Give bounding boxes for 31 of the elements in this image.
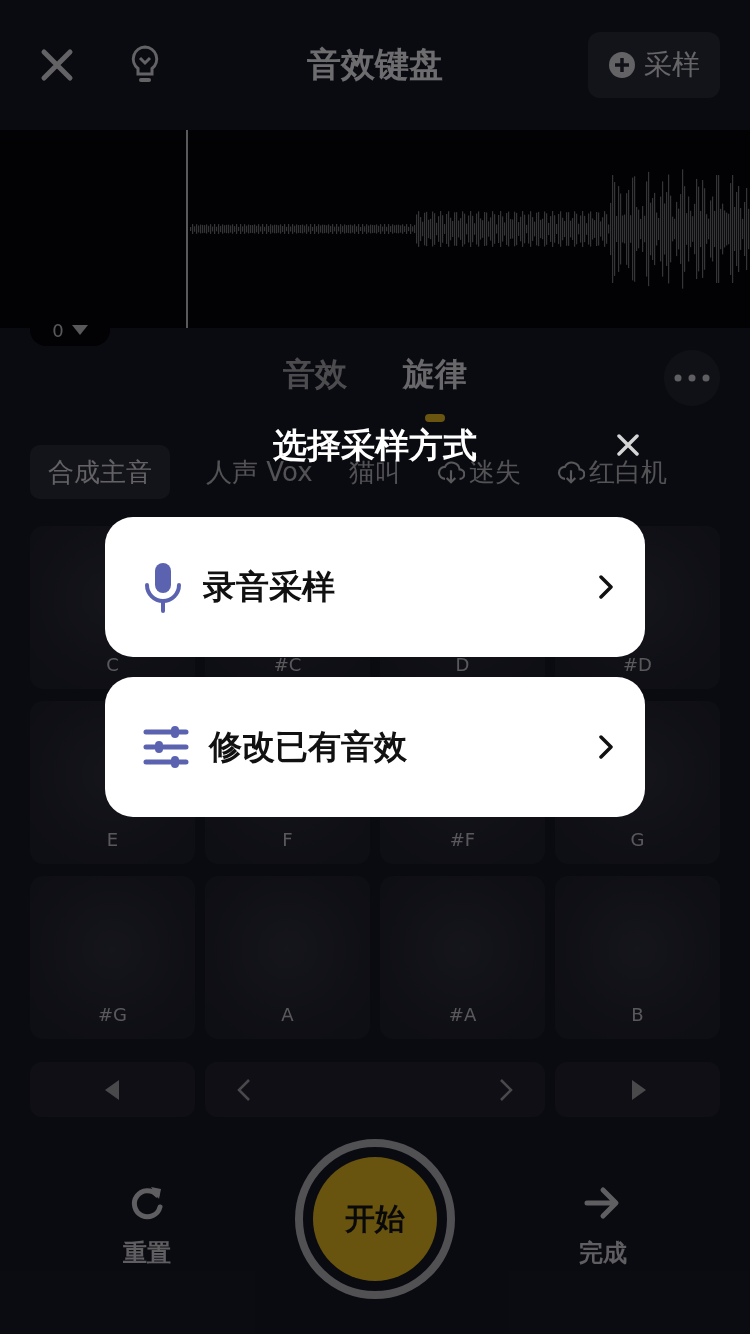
sliders-icon bbox=[143, 724, 189, 770]
option-card[interactable]: 修改已有音效 bbox=[105, 677, 645, 817]
tab[interactable]: 音效 bbox=[283, 352, 347, 422]
done-button[interactable]: 完成 bbox=[556, 1183, 650, 1269]
sample-button[interactable]: 采样 bbox=[588, 32, 720, 98]
plus-icon bbox=[608, 51, 636, 79]
start-button[interactable]: 开始 bbox=[313, 1157, 437, 1281]
note-pad[interactable]: #G bbox=[30, 876, 195, 1039]
chevron-right-icon bbox=[599, 735, 613, 759]
note-pad[interactable]: A bbox=[205, 876, 370, 1039]
scroll-bar[interactable] bbox=[205, 1062, 545, 1117]
microphone-icon bbox=[143, 561, 183, 613]
cloud-download-icon bbox=[556, 460, 585, 484]
category-chip[interactable]: 红白机 bbox=[556, 460, 667, 484]
chevron-left-icon[interactable] bbox=[237, 1077, 251, 1102]
note-pad[interactable]: #A bbox=[380, 876, 545, 1039]
cloud-download-icon bbox=[436, 460, 465, 484]
triangle-right-icon bbox=[629, 1079, 646, 1100]
triangle-left-icon bbox=[104, 1079, 121, 1100]
reset-button[interactable]: 重置 bbox=[100, 1183, 194, 1269]
caret-icon bbox=[71, 325, 88, 335]
option-card[interactable]: 录音采样 bbox=[105, 517, 645, 657]
tab[interactable]: 旋律 bbox=[403, 352, 467, 422]
dots-icon bbox=[674, 374, 710, 382]
category-chip[interactable]: 合成主音 bbox=[30, 445, 170, 499]
note-pad[interactable]: B bbox=[555, 876, 720, 1039]
chevron-right-icon[interactable] bbox=[499, 1077, 513, 1102]
chevron-right-icon bbox=[599, 575, 613, 599]
close-icon[interactable] bbox=[617, 434, 639, 456]
category-chip[interactable]: 迷失 bbox=[436, 460, 521, 484]
page-title: 音效键盘 bbox=[307, 43, 443, 86]
